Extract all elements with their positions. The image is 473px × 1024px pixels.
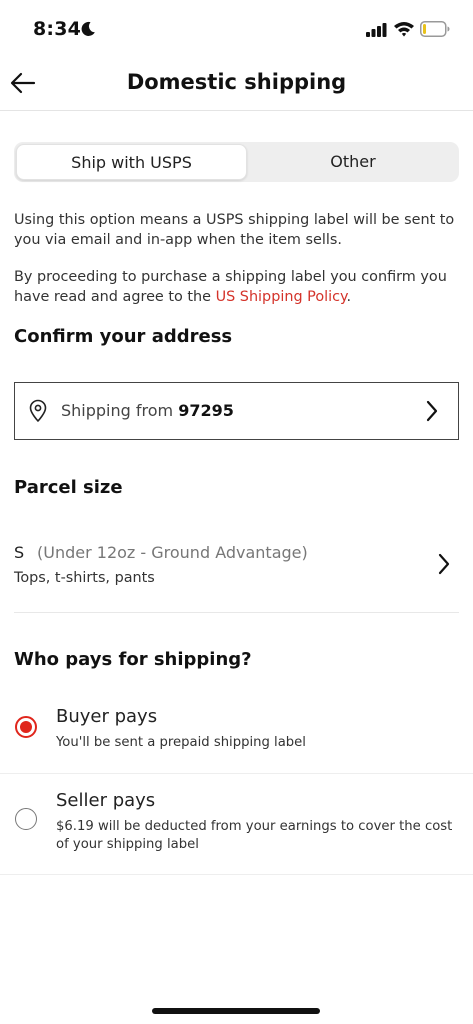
parcel-size-selector[interactable]: S (Under 12oz - Ground Advantage) Tops, … (0, 530, 473, 612)
chevron-right-icon (438, 553, 450, 575)
buyer-pays-title: Buyer pays (56, 706, 158, 727)
tab-other[interactable]: Other (249, 144, 457, 180)
parcel-size-examples: Tops, t-shirts, pants (14, 570, 155, 586)
wifi-icon (394, 22, 414, 37)
home-indicator[interactable] (152, 1008, 320, 1014)
shipping-method-tabs: Ship with USPS Other (14, 142, 459, 182)
tab-ship-with-usps[interactable]: Ship with USPS (16, 144, 247, 180)
moon-icon (81, 21, 95, 36)
battery-icon (420, 21, 450, 37)
seller-pays-radio[interactable] (15, 808, 37, 830)
buyer-pays-subtitle: You'll be sent a prepaid shipping label (56, 735, 306, 750)
address-zip: 97295 (178, 401, 234, 420)
policy-agreement-text: By proceeding to purchase a shipping lab… (14, 267, 459, 307)
parcel-size-value: S (14, 543, 25, 562)
divider (14, 612, 459, 613)
signal-icon (366, 23, 387, 37)
seller-pays-subtitle: $6.19 will be deducted from your earning… (56, 819, 453, 852)
who-pays-heading: Who pays for shipping? (14, 649, 252, 670)
policy-agreement-suffix: . (346, 289, 352, 305)
header: Domestic shipping (0, 56, 473, 111)
seller-pays-option[interactable]: Seller pays $6.19 will be deducted from … (0, 775, 473, 875)
seller-pays-title: Seller pays (56, 790, 156, 811)
address-label: Shipping from 97295 (61, 401, 234, 420)
chevron-right-icon (426, 400, 438, 422)
page-title: Domestic shipping (126, 70, 347, 94)
shipping-from-address-button[interactable]: Shipping from 97295 (14, 382, 459, 440)
usps-info-text: Using this option means a USPS shipping … (14, 212, 455, 248)
parcel-size-heading: Parcel size (14, 477, 123, 498)
parcel-size-description: (Under 12oz - Ground Advantage) (37, 543, 308, 562)
us-shipping-policy-link[interactable]: US Shipping Policy (216, 289, 347, 305)
buyer-pays-option[interactable]: Buyer pays You'll be sent a prepaid ship… (0, 690, 473, 774)
radio-selected-dot (20, 721, 32, 733)
confirm-address-heading: Confirm your address (14, 326, 233, 347)
map-pin-icon (29, 399, 47, 422)
status-bar: 8:34 (0, 0, 473, 56)
status-time: 8:34 (33, 18, 82, 40)
buyer-pays-radio[interactable] (15, 716, 37, 738)
address-prefix: Shipping from (61, 401, 179, 420)
